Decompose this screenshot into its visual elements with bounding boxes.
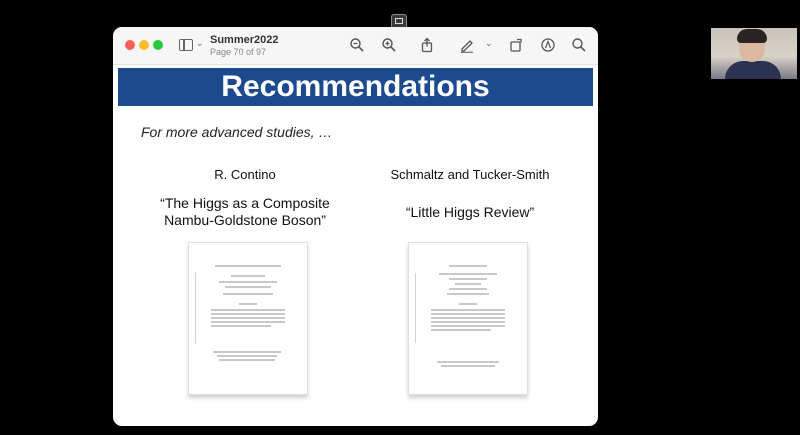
window-titlebar: ⌄ Summer2022 Page 70 of 97 ⌄ — [113, 27, 598, 65]
right-author: Schmaltz and Tucker-Smith — [390, 167, 550, 182]
document-title: Summer2022 — [210, 34, 279, 46]
markup-icon[interactable] — [540, 37, 556, 53]
share-icon[interactable] — [419, 37, 435, 53]
webcam-person-body — [725, 61, 781, 79]
search-icon[interactable] — [571, 37, 587, 53]
markup-pen-icon[interactable] — [459, 37, 475, 53]
left-paper-title: “The Higgs as a Composite Nambu-Goldston… — [160, 195, 330, 228]
preview-window: ⌄ Summer2022 Page 70 of 97 ⌄ Recommendat… — [113, 27, 598, 426]
chevron-down-icon[interactable]: ⌄ — [485, 38, 493, 49]
zoom-out-icon[interactable] — [349, 37, 365, 53]
left-author: R. Contino — [214, 167, 276, 182]
slide-page: Recommendations For more advanced studie… — [118, 68, 593, 423]
sidebar-icon[interactable] — [179, 39, 193, 51]
fullscreen-window-button[interactable] — [153, 40, 163, 50]
right-paper-thumbnail — [408, 242, 528, 395]
zoom-in-icon[interactable] — [381, 37, 397, 53]
minimize-window-button[interactable] — [139, 40, 149, 50]
chevron-down-icon[interactable]: ⌄ — [196, 38, 204, 49]
webcam-person-hair — [737, 29, 767, 43]
left-paper-thumbnail — [188, 242, 308, 395]
right-paper-title: “Little Higgs Review” — [405, 204, 535, 220]
webcam-thumbnail — [711, 28, 797, 79]
page-indicator: Page 70 of 97 — [210, 47, 267, 57]
slide-subheading: For more advanced studies, … — [141, 124, 333, 140]
slide-heading: Recommendations — [118, 68, 593, 106]
rotate-icon[interactable] — [508, 37, 524, 53]
close-window-button[interactable] — [125, 40, 135, 50]
